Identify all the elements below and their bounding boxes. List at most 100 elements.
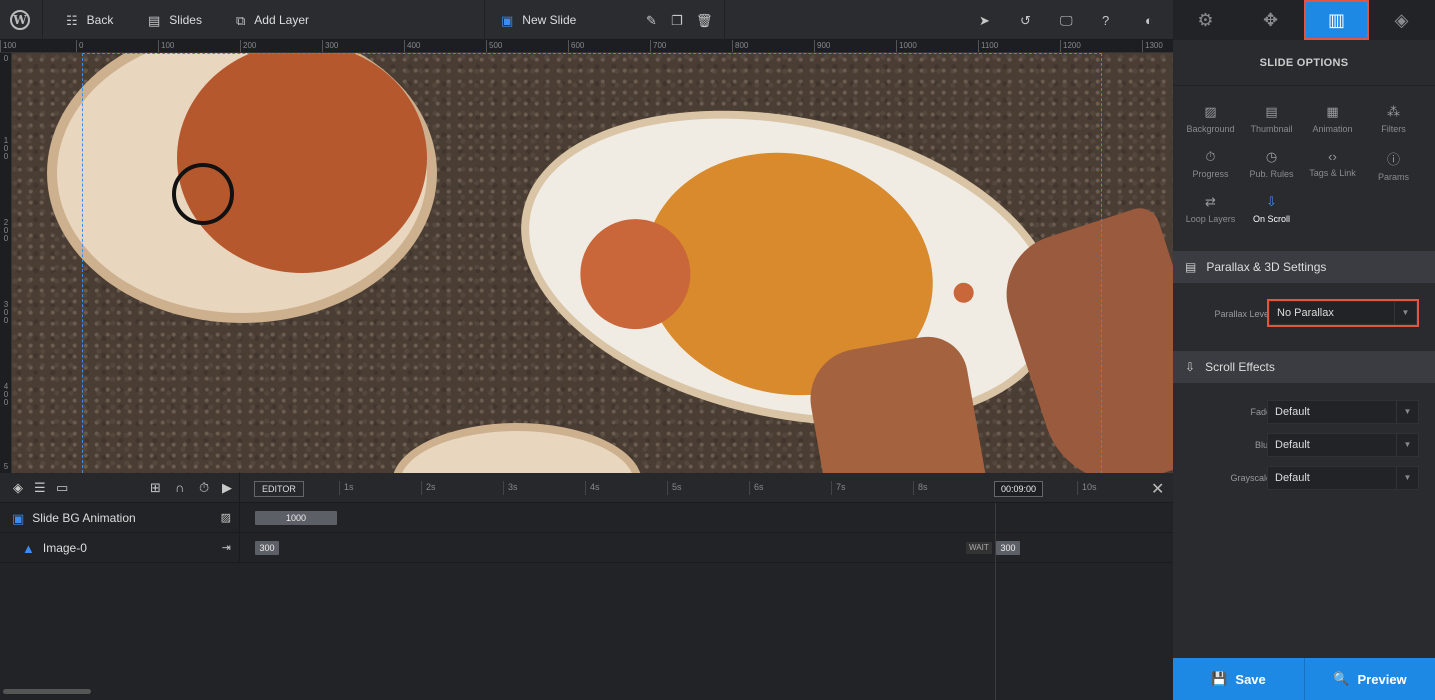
timer-icon[interactable]: ⏱: [199, 481, 209, 494]
add-layer-button[interactable]: ⧉ Add Layer: [236, 0, 309, 40]
horizontal-scrollbar[interactable]: [3, 689, 91, 694]
timeline-row-label[interactable]: ▲ Image-0 ⇥: [0, 533, 240, 563]
timeline-tools: ◈ ☰ ▭ ⊞ ∩ ⏱ ▶: [0, 473, 240, 503]
image-icon[interactable]: ▨: [221, 512, 231, 524]
ruler-tick: 100: [158, 40, 174, 52]
guide-line-right: [1101, 53, 1102, 473]
slides-label: Slides: [169, 13, 202, 27]
ruler-tick: 0: [3, 54, 9, 63]
editor-button[interactable]: EDITOR: [254, 481, 304, 497]
end-bar[interactable]: 300: [996, 541, 1020, 555]
folder-icon[interactable]: ▭: [56, 481, 68, 494]
parallax-icon: ▤: [1185, 260, 1197, 274]
preview-label: Preview: [1357, 671, 1407, 687]
option-label: Tags & Link: [1309, 168, 1356, 178]
playhead[interactable]: [995, 503, 996, 700]
scroll-effects-section-header[interactable]: ⇩ Scroll Effects: [1173, 351, 1435, 383]
ruler-tick: 3 0 0: [3, 300, 9, 325]
timeline-second: 5s: [667, 481, 682, 495]
layers-icon[interactable]: ◈: [13, 481, 23, 494]
animation-bar[interactable]: 1000: [255, 511, 337, 525]
blur-select[interactable]: Default ▼: [1267, 433, 1419, 457]
option-loop-layers[interactable]: ⇄ Loop Layers: [1178, 194, 1243, 224]
option-tags-link[interactable]: ‹› Tags & Link: [1300, 149, 1365, 178]
timeline-second: 10s: [1077, 481, 1097, 495]
bowl-paint: [177, 53, 427, 273]
tab-slide-options[interactable]: ▥: [1304, 0, 1369, 40]
start-bar[interactable]: 300: [255, 541, 279, 555]
timeline-second: 1s: [339, 481, 354, 495]
parallax-section-header[interactable]: ▤ Parallax & 3D Settings: [1173, 251, 1435, 283]
option-on-scroll[interactable]: ⇩ On Scroll: [1239, 194, 1304, 224]
select-value: Default: [1275, 439, 1310, 451]
back-button[interactable]: ☷ Back: [66, 0, 113, 40]
option-background[interactable]: ▨ Background: [1178, 104, 1243, 134]
delete-slide-button[interactable]: 🗑: [696, 0, 713, 40]
tab-navigation[interactable]: ✥: [1238, 0, 1303, 40]
timeline-header: ◈ ☰ ▭ ⊞ ∩ ⏱ ▶ EDITOR 1s 2s 3s 4s 5s 6s 7…: [0, 473, 1173, 503]
parallax-level-select[interactable]: No Parallax ▼: [1267, 299, 1419, 327]
wait-label: WAIT: [966, 542, 992, 554]
save-button[interactable]: 💾 Save: [1173, 658, 1304, 700]
fade-select[interactable]: Default ▼: [1267, 400, 1419, 424]
layers-icon: ◈: [1394, 9, 1409, 30]
grayscale-select[interactable]: Default ▼: [1267, 466, 1419, 490]
slides-button[interactable]: ▤ Slides: [148, 0, 202, 40]
stopwatch-icon: ⏱: [1205, 149, 1216, 164]
tab-settings[interactable]: ⚙: [1173, 0, 1238, 40]
contrast-icon: ◐: [1145, 12, 1153, 28]
option-progress[interactable]: ⏱ Progress: [1178, 149, 1243, 179]
grid-snap-icon[interactable]: ⊞: [150, 481, 161, 494]
contrast-button[interactable]: ◐: [1145, 0, 1153, 40]
code-icon: ‹›: [1328, 149, 1337, 164]
undo-button[interactable]: ↺: [1020, 0, 1031, 40]
save-icon: 💾: [1211, 671, 1228, 686]
row-label: Image-0: [42, 541, 87, 555]
help-button[interactable]: ?: [1102, 0, 1109, 40]
top-toolbar: W ☷ Back ▤ Slides ⧉ Add Layer ▣ New Slid…: [0, 0, 1173, 40]
magnet-icon[interactable]: ∩: [175, 481, 184, 494]
ruler-tick: 700: [650, 40, 666, 52]
edit-slide-button[interactable]: ✎: [646, 0, 657, 40]
select-tool-button[interactable]: ➤: [979, 0, 990, 40]
tab-layers[interactable]: ◈: [1369, 0, 1434, 40]
duplicate-slide-button[interactable]: ❐: [671, 0, 683, 40]
save-label: Save: [1235, 671, 1266, 687]
cursor-icon: ➤: [979, 12, 990, 28]
copy-icon: ❐: [671, 12, 683, 28]
option-params[interactable]: ⓘ Params: [1361, 149, 1426, 182]
slide-canvas[interactable]: [12, 53, 1173, 473]
option-pub-rules[interactable]: ◷ Pub. Rules: [1239, 149, 1304, 179]
timeline-row[interactable]: ▣ Slide BG Animation ▨ 1000: [0, 503, 1173, 533]
option-filters[interactable]: ⁂ Filters: [1361, 104, 1426, 134]
preview-button[interactable]: 🔍 Preview: [1304, 658, 1435, 700]
image-icon: ▨: [1204, 104, 1217, 119]
clock-icon: ◷: [1265, 149, 1278, 164]
option-thumbnail[interactable]: ▤ Thumbnail: [1239, 104, 1304, 134]
info-icon: ⓘ: [1386, 152, 1400, 167]
ruler-tick: 4 0 0: [3, 382, 9, 407]
ruler-tick: 100: [0, 40, 16, 52]
option-label: Thumbnail: [1250, 124, 1293, 134]
device-desktop-button[interactable]: 🖵: [1060, 0, 1073, 40]
timeline-row[interactable]: ▲ Image-0 ⇥ 300 WAIT 300: [0, 533, 1173, 563]
ruler-tick: 400: [404, 40, 420, 52]
wordpress-logo-icon[interactable]: W: [10, 10, 30, 30]
trash-icon: 🗑: [696, 12, 713, 28]
ruler-tick: 1100: [978, 40, 998, 52]
close-icon[interactable]: ✕: [1151, 479, 1164, 499]
slide-name[interactable]: ▣ New Slide: [501, 0, 576, 40]
timeline-second: 7s: [831, 481, 846, 495]
section-title: Parallax & 3D Settings: [1206, 260, 1327, 274]
blur-label: Blur: [1254, 440, 1271, 450]
play-icon[interactable]: ▶: [222, 481, 232, 494]
back-label: Back: [86, 13, 114, 27]
timeline-second: 6s: [749, 481, 764, 495]
option-label: On Scroll: [1252, 214, 1290, 224]
timeline-row-label[interactable]: ▣ Slide BG Animation ▨: [0, 503, 240, 533]
arrow-to-end-icon[interactable]: ⇥: [222, 542, 231, 554]
time-display[interactable]: 00:09:00: [994, 481, 1044, 497]
mountain-icon: ▲: [22, 540, 35, 556]
menu-icon[interactable]: ☰: [34, 481, 46, 494]
option-animation[interactable]: ▦ Animation: [1300, 104, 1365, 134]
